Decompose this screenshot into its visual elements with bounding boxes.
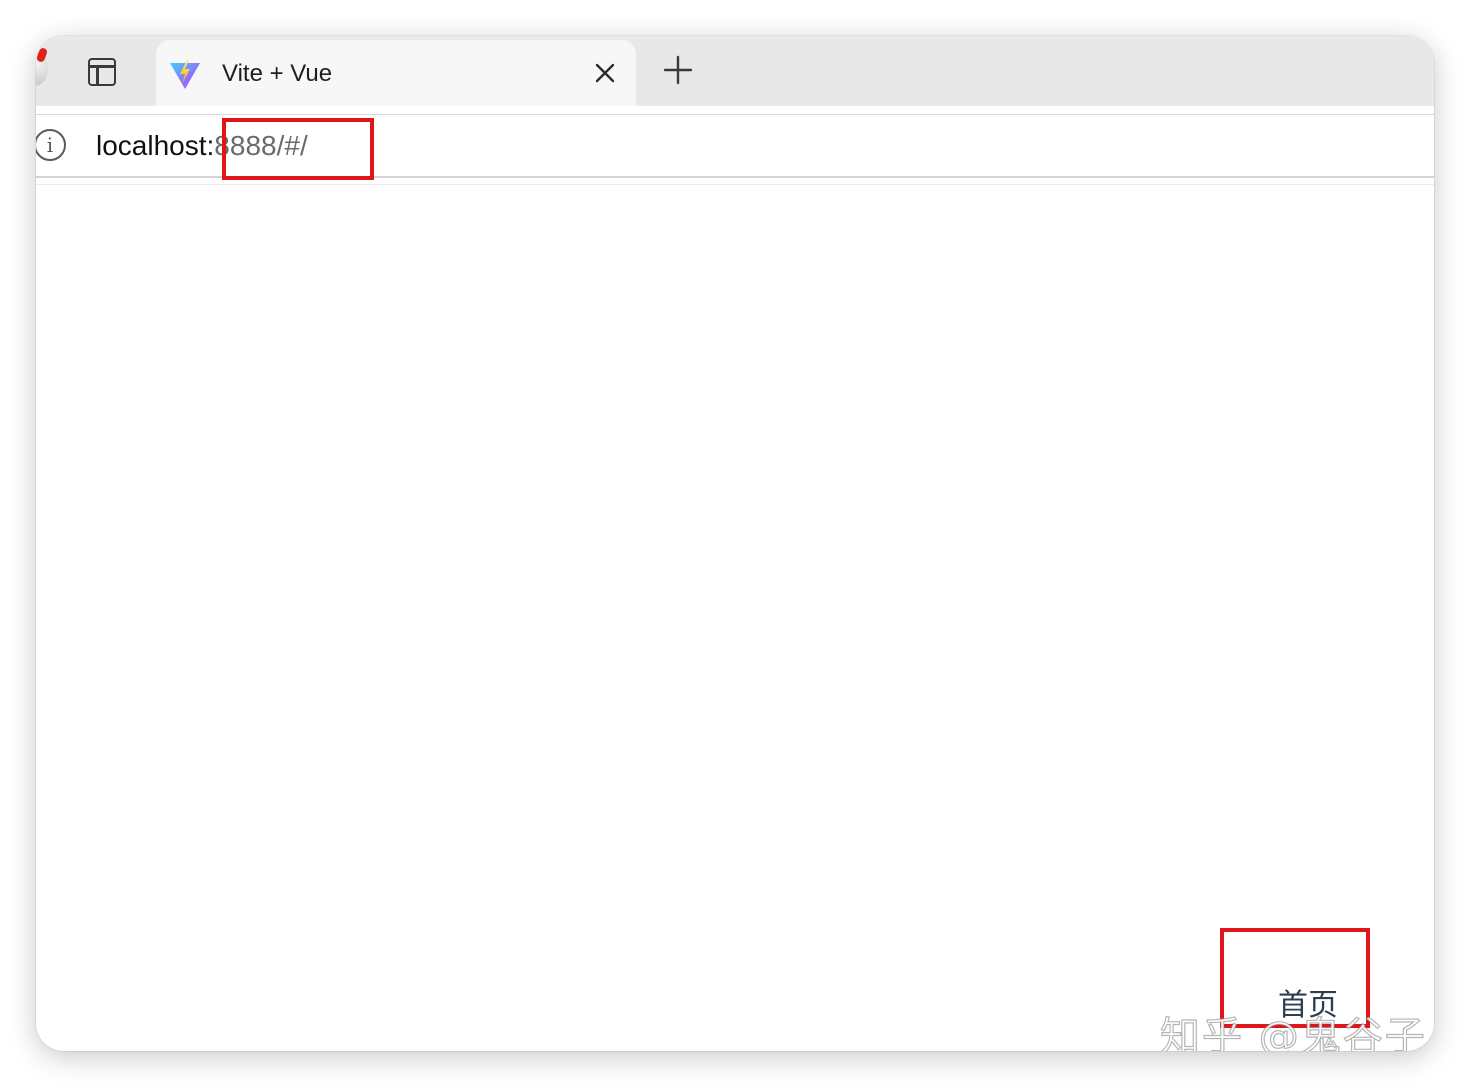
info-icon[interactable]: i <box>36 129 66 161</box>
browser-window: Vite + Vue i localhost:8888/#/ 首页 知乎 @鬼谷… <box>36 36 1434 1051</box>
url-host: localhost: <box>96 130 215 161</box>
sidebar-toggle-icon[interactable] <box>88 58 116 86</box>
url-highlight-box <box>222 118 374 180</box>
vite-logo-icon <box>170 60 200 89</box>
watermark: 知乎 @鬼谷子 <box>1159 1013 1427 1051</box>
page-content <box>36 186 1434 1051</box>
tab-title: Vite + Vue <box>222 60 333 87</box>
plus-icon[interactable] <box>662 54 694 86</box>
tab-strip: Vite + Vue <box>36 36 1434 106</box>
toolbar-divider <box>36 184 1434 185</box>
close-icon[interactable] <box>592 60 618 86</box>
app-icon[interactable] <box>36 50 48 86</box>
tab-vite-vue[interactable]: Vite + Vue <box>156 40 636 106</box>
